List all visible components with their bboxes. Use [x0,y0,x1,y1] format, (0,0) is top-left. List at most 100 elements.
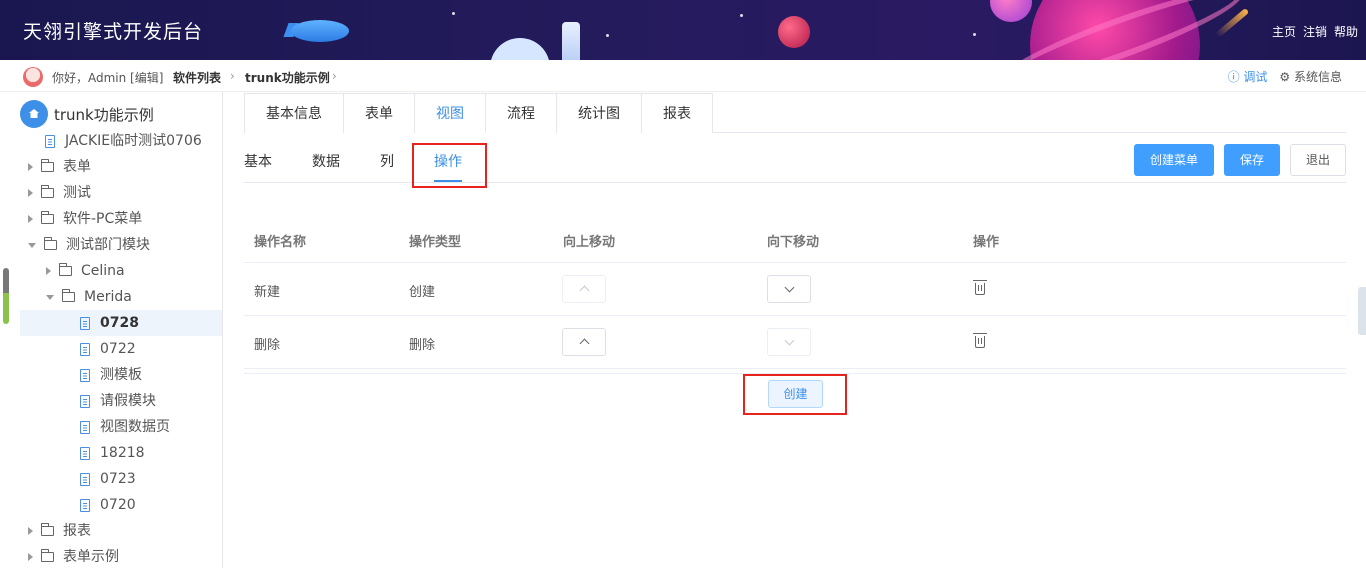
sidebar-tree: JACKIE临时测试0706 表单测试软件-PC菜单 测试部门模块 Celina Mer… [0,92,223,568]
system-info-link[interactable]: ⚙ 系统信息 [1279,68,1342,85]
tab-basic-info[interactable]: 基本信息 [244,93,344,133]
row-action-name: 删除 [254,338,281,353]
breadcrumb-current[interactable]: trunk功能示例 [245,69,330,86]
sidebar-item[interactable]: 报表 [0,518,222,544]
sidebar-item-label: 表单示例 [63,549,119,565]
sidebar-item[interactable]: Merida [0,284,222,310]
chevron-down-icon [784,335,795,346]
sidebar-item[interactable]: 18218 [0,440,222,466]
sidebar-item[interactable]: 0722 [0,336,222,362]
sidebar-item[interactable]: 测试 [0,180,222,206]
header-links: 主页 注销 帮助 [1272,23,1358,40]
folder-open-icon [62,289,75,302]
tab-flow[interactable]: 流程 [486,93,557,133]
sidebar-item-label: Merida [84,289,132,305]
subtab-basic[interactable]: 基本 [244,151,272,171]
tab-chart[interactable]: 统计图 [557,93,642,133]
app-title: 天翎引擎式开发后台 [23,21,204,43]
caret-right-icon[interactable] [28,553,33,561]
sidebar-item-label: JACKIE临时测试0706 [65,133,202,149]
highlight-box-actions-tab [412,143,487,188]
move-up-button[interactable] [562,275,606,303]
avatar[interactable] [23,67,43,87]
subtab-columns[interactable]: 列 [380,151,394,171]
move-down-button[interactable] [767,328,811,356]
tab-report[interactable]: 报表 [642,93,713,133]
row-action-type: 创建 [409,285,436,300]
trash-icon[interactable] [973,333,987,348]
table-header: 操作名称 操作类型 向上移动 向下移动 操作 [244,215,1346,263]
document-icon [80,498,90,512]
exit-button[interactable]: 退出 [1290,144,1346,176]
sidebar-item-label: 测试 [63,185,91,201]
caret-right-icon[interactable] [28,163,33,171]
sidebar-item[interactable]: 软件-PC菜单 [0,206,222,232]
app-header: 天翎引擎式开发后台 主页 注销 帮助 [0,0,1366,60]
sidebar-item[interactable]: JACKIE临时测试0706 [0,128,222,154]
breadcrumb-software-list[interactable]: 软件列表 [173,69,221,86]
tab-form[interactable]: 表单 [344,93,415,133]
chevron-right-icon: › [230,69,235,83]
folder-icon [41,185,54,198]
home-link[interactable]: 主页 [1272,23,1296,40]
caret-right-icon[interactable] [28,215,33,223]
cloud-illustration [490,38,550,60]
sidebar-item-label: 请假模块 [100,393,156,409]
trash-icon[interactable] [973,280,987,295]
home-icon [20,100,48,128]
caret-right-icon[interactable] [46,267,51,275]
caret-down-icon[interactable] [28,242,36,248]
sidebar-item[interactable]: Celina [0,258,222,284]
document-icon [80,342,90,356]
greeting[interactable]: 你好，Admin [编辑] [52,69,163,86]
sidebar-item[interactable]: 视图数据页 [0,414,222,440]
sidebar-item-label: Celina [81,263,125,279]
col-operation: 操作 [973,235,1000,250]
sidebar-item-label: 测试部门模块 [66,237,150,253]
logout-link[interactable]: 注销 [1303,23,1327,40]
sidebar-item[interactable]: 0720 [0,492,222,518]
collapse-handle[interactable] [1358,287,1366,335]
sidebar-item-label: 软件-PC菜单 [63,211,143,227]
tree-root-label[interactable]: trunk功能示例 [54,104,154,125]
sidebar-item[interactable]: 表单 [0,154,222,180]
topbar-right-links: ⓘ 调试 ⚙ 系统信息 [1228,68,1342,85]
sidebar-item[interactable]: 测试部门模块 [0,232,222,258]
sidebar-item[interactable]: 0723 [0,466,222,492]
move-up-button[interactable] [562,328,606,356]
chevron-up-icon [579,338,590,349]
sidebar-item-label: 表单 [63,159,91,175]
subtab-data[interactable]: 数据 [312,151,340,171]
document-icon [80,446,90,460]
move-down-button[interactable] [767,275,811,303]
help-link[interactable]: 帮助 [1334,23,1358,40]
chevron-right-icon: › [332,69,337,83]
caret-right-icon[interactable] [28,527,33,535]
sidebar-item[interactable]: 请假模块 [0,388,222,414]
document-icon [80,472,90,486]
airship-illustration [291,20,349,42]
tab-view[interactable]: 视图 [415,93,486,133]
folder-icon [41,211,54,224]
table-row: 删除 删除 [244,316,1346,369]
col-action-name: 操作名称 [254,235,307,250]
planet-illustration [778,16,810,48]
row-action-type: 删除 [409,338,436,353]
caret-down-icon[interactable] [46,294,54,300]
folder-icon [41,549,54,562]
caret-right-icon[interactable] [28,189,33,197]
chevron-down-icon [784,282,795,293]
document-icon [45,134,55,148]
sidebar-item[interactable]: 测模板 [0,362,222,388]
col-move-down: 向下移动 [767,235,820,250]
document-icon [80,316,90,330]
sidebar-item-label: 报表 [63,523,91,539]
folder-icon [41,159,54,172]
sidebar-item-label: 0722 [100,341,136,357]
sidebar-item[interactable]: 表单示例 [0,544,222,568]
save-button[interactable]: 保存 [1224,144,1280,176]
sidebar-item[interactable]: 0728 [20,310,222,336]
debug-link[interactable]: ⓘ 调试 [1228,68,1268,85]
highlight-box-create-button [743,374,847,415]
create-menu-button[interactable]: 创建菜单 [1134,144,1214,176]
